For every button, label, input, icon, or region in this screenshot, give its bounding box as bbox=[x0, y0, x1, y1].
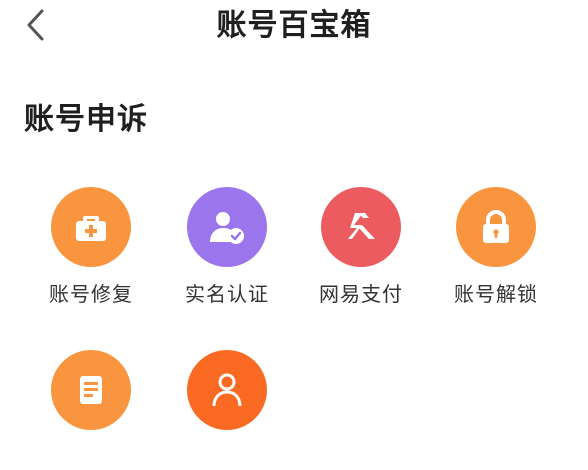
account-unlock-label: 账号解锁 bbox=[454, 282, 538, 306]
account-unlock-icon-circle bbox=[456, 187, 536, 267]
real-name-label: 实名认证 bbox=[185, 282, 269, 306]
page-title: 账号百宝箱 bbox=[216, 8, 372, 43]
netease-pay-label: 网易支付 bbox=[319, 282, 403, 306]
real-name-icon-circle bbox=[187, 187, 267, 267]
netease-pay-icon-circle bbox=[321, 187, 401, 267]
netease-pay-button[interactable]: 网易支付 bbox=[311, 187, 411, 307]
customer-service-icon bbox=[212, 373, 242, 407]
customer-service-icon-circle bbox=[187, 350, 267, 430]
account-repair-button[interactable]: 账号修复 bbox=[41, 187, 141, 307]
netease-pay-icon bbox=[348, 213, 375, 239]
lock-icon bbox=[483, 210, 509, 243]
section-title: 账号申诉 bbox=[24, 102, 148, 137]
document-icon-circle bbox=[51, 350, 131, 430]
customer-service-button[interactable] bbox=[177, 350, 277, 470]
account-repair-label: 账号修复 bbox=[49, 282, 133, 306]
account-repair-icon-circle bbox=[51, 187, 131, 267]
account-unlock-button[interactable]: 账号解锁 bbox=[446, 187, 546, 307]
document-button[interactable] bbox=[41, 350, 141, 470]
real-name-verification-button[interactable]: 实名认证 bbox=[177, 187, 277, 307]
user-verified-icon bbox=[210, 212, 244, 244]
top-bar: 账号百宝箱 bbox=[0, 0, 588, 56]
medical-kit-icon bbox=[76, 216, 106, 241]
document-icon bbox=[80, 376, 102, 404]
